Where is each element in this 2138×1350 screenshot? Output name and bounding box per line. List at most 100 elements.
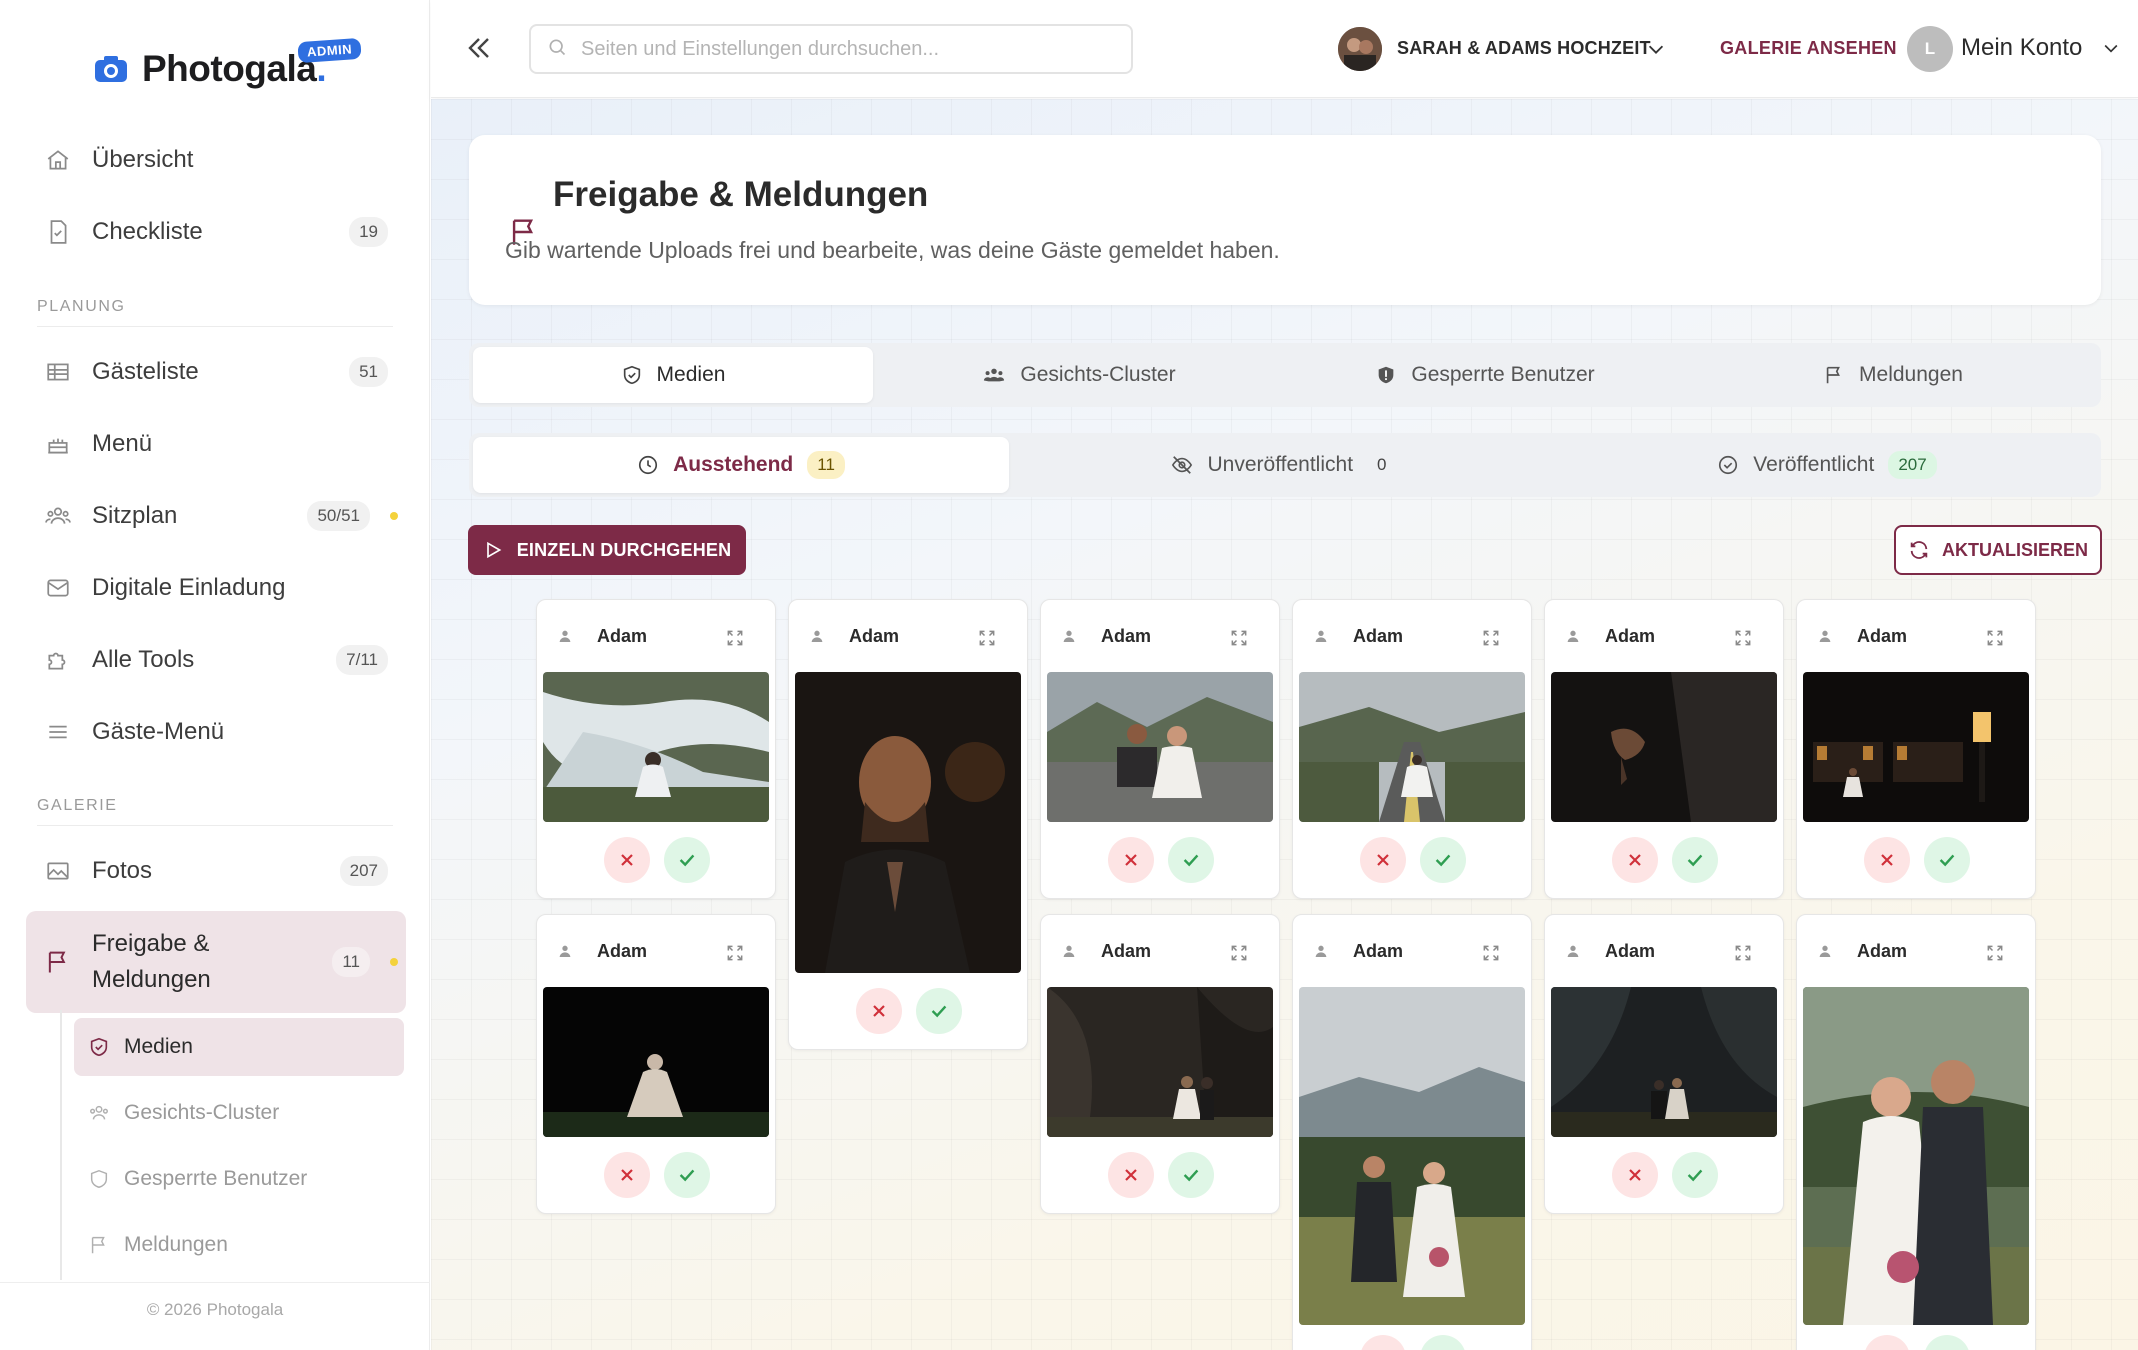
account-avatar[interactable]: L [1907,26,1953,72]
reject-button[interactable] [856,988,902,1034]
reject-button[interactable] [1108,837,1154,883]
page-header-card: Freigabe & Meldungen Gib wartende Upload… [469,135,2101,305]
photo-thumbnail[interactable] [1299,987,1525,1325]
sidebar-item-gaeste-menue[interactable]: Gäste-Menü [26,704,406,760]
user-icon [557,628,573,649]
expand-icon[interactable] [1985,628,2005,653]
sidebar-item-menue[interactable]: Menü [26,416,406,472]
uploader-name: Adam [1353,626,1404,646]
refresh-button[interactable]: AKTUALISIEREN [1894,525,2102,575]
sidebar-item-digitale-einladung[interactable]: Digitale Einladung [26,560,406,616]
expand-icon[interactable] [1733,628,1753,653]
expand-icon[interactable] [1733,943,1753,968]
review-single-button[interactable]: EINZELN DURCHGEHEN [468,525,746,575]
sidebar-item-uebersicht[interactable]: Übersicht [26,132,406,188]
shield-check-icon [621,364,643,386]
reject-button[interactable] [1864,1335,1910,1350]
photo-card: Adam [1040,914,1280,1214]
chevron-down-icon[interactable] [2101,38,2121,63]
page-subtitle: Gib wartende Uploads frei und bearbeite,… [505,237,1280,263]
approve-button[interactable] [664,837,710,883]
photo-thumbnail[interactable] [1047,987,1273,1137]
tab-gesperrte-benutzer[interactable]: Gesperrte Benutzer [1285,347,1685,403]
event-avatar[interactable] [1338,27,1382,71]
reject-button[interactable] [1360,1335,1406,1350]
photo-thumbnail[interactable] [543,672,769,822]
eye-off-icon [1170,454,1194,476]
sidebar-item-checkliste[interactable]: Checkliste 19 [26,204,406,260]
tab-ausstehend[interactable]: Ausstehend 11 [473,437,1009,493]
reject-button[interactable] [604,1152,650,1198]
view-gallery-link[interactable]: GALERIE ANSEHEN [1720,38,1897,59]
tab-meldungen[interactable]: Meldungen [1691,347,2095,403]
reject-button[interactable] [1360,837,1406,883]
puzzle-icon [44,646,72,674]
expand-icon[interactable] [977,628,997,653]
people-icon [982,364,1006,386]
status-dot [390,512,398,520]
sidebar-item-gaesteliste[interactable]: Gästeliste 51 [26,344,406,400]
photo-thumbnail[interactable] [795,672,1021,973]
tab-gesichts-cluster[interactable]: Gesichts-Cluster [879,347,1279,403]
uploader-name: Adam [1857,941,1908,961]
sidebar-item-freigabe-meldungen[interactable]: Freigabe & Meldungen 11 [26,911,406,1013]
photo-thumbnail[interactable] [1551,987,1777,1137]
photo-thumbnail[interactable] [1299,672,1525,822]
expand-icon[interactable] [1229,628,1249,653]
photo-card: Adam [1544,599,1784,899]
tab-unveroeffentlicht[interactable]: Unveröffentlicht 0 [1015,437,1551,493]
expand-icon[interactable] [1481,628,1501,653]
expand-icon[interactable] [725,943,745,968]
tab-label: Gesichts-Cluster [1020,363,1176,386]
sidebar-item-label: Alle Tools [92,646,195,673]
sidebar-item-alle-tools[interactable]: Alle Tools 7/11 [26,632,406,688]
status-dot [390,958,398,966]
account-menu-label[interactable]: Mein Konto [1961,34,2082,62]
approve-button[interactable] [1168,837,1214,883]
flag-icon [88,1234,110,1256]
approve-button[interactable] [1672,1152,1718,1198]
sidebar-item-fotos[interactable]: Fotos 207 [26,843,406,899]
approve-button[interactable] [1672,837,1718,883]
sidebar-item-label: Fotos [92,857,153,884]
reject-button[interactable] [1864,837,1910,883]
approve-button[interactable] [664,1152,710,1198]
tab-medien[interactable]: Medien [473,347,873,403]
reject-button[interactable] [1612,1152,1658,1198]
sidebar-subitem-meldungen[interactable]: Meldungen [74,1216,404,1274]
search-input[interactable]: Seiten und Einstellungen durchsuchen... [529,24,1133,74]
chevron-down-icon[interactable] [1645,38,1667,65]
sidebar-subitem-gesperrte-benutzer[interactable]: Gesperrte Benutzer [74,1150,404,1208]
approve-button[interactable] [1924,837,1970,883]
sidebar: Photogala. ADMIN Übersicht Checkliste 19… [0,0,430,1350]
expand-icon[interactable] [1229,943,1249,968]
sidebar-subitem-gesichts-cluster[interactable]: Gesichts-Cluster [74,1084,404,1142]
logo[interactable]: Photogala. [94,48,327,90]
approve-button[interactable] [1924,1335,1970,1350]
photo-card: Adam [536,914,776,1214]
shield-icon [88,1168,110,1190]
approve-button[interactable] [916,988,962,1034]
photo-thumbnail[interactable] [1803,987,2029,1325]
collapse-sidebar-icon[interactable] [461,30,497,66]
refresh-icon [1908,539,1930,561]
reject-button[interactable] [1108,1152,1154,1198]
expand-icon[interactable] [725,628,745,653]
sidebar-item-label: Übersicht [92,146,194,173]
expand-icon[interactable] [1985,943,2005,968]
reject-button[interactable] [1612,837,1658,883]
photo-thumbnail[interactable] [1551,672,1777,822]
expand-icon[interactable] [1481,943,1501,968]
sidebar-subitem-medien[interactable]: Medien [74,1018,404,1076]
check-circle-icon [1717,454,1739,476]
approve-button[interactable] [1420,1335,1466,1350]
photo-thumbnail[interactable] [1803,672,2029,822]
photo-thumbnail[interactable] [543,987,769,1137]
approve-button[interactable] [1420,837,1466,883]
sidebar-item-sitzplan[interactable]: Sitzplan 50/51 [26,488,406,544]
approve-button[interactable] [1168,1152,1214,1198]
event-selector-label[interactable]: SARAH & ADAMS HOCHZEIT [1397,38,1651,59]
reject-button[interactable] [604,837,650,883]
tab-veroeffentlicht[interactable]: Veröffentlicht 207 [1557,437,2097,493]
photo-thumbnail[interactable] [1047,672,1273,822]
